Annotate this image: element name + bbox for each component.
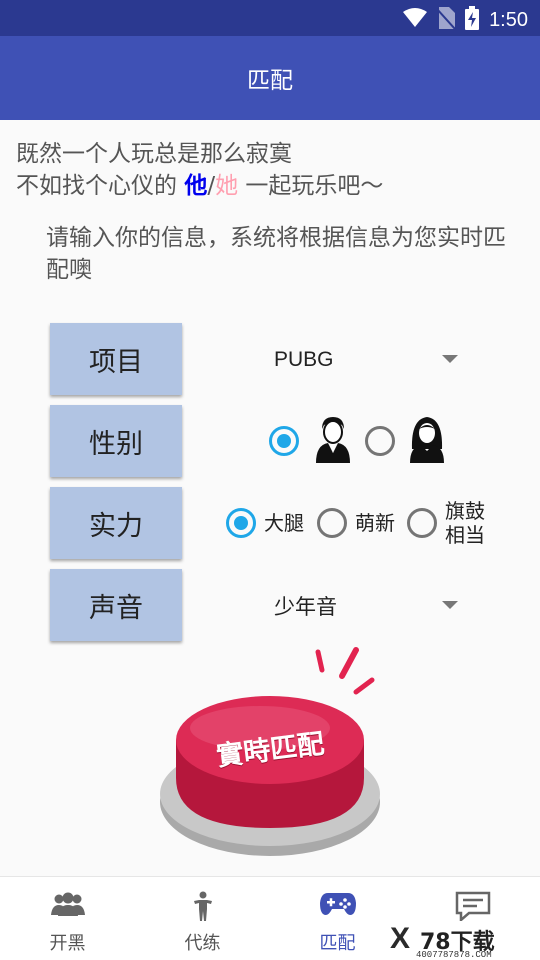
gender-male-radio[interactable] <box>269 426 299 456</box>
nav-label-match: 匹配 <box>319 933 356 954</box>
page-title: 匹配 <box>247 68 293 94</box>
nav-label-boost: 代练 <box>184 933 221 954</box>
watermark-logo: X 78下载 4007787878.COM <box>386 922 540 960</box>
nav-item-group[interactable]: 开黑 <box>0 877 135 960</box>
app-bar: 匹配 <box>0 36 540 120</box>
intro-text: 既然一个人玩总是那么寂寞 不如找个心仪的 他/她 一起玩乐吧～ <box>16 138 383 202</box>
match-button[interactable]: 實時匹配 <box>150 640 390 870</box>
gender-label: 性别 <box>50 405 182 477</box>
wifi-icon <box>403 8 428 32</box>
status-time: 1:50 <box>489 8 528 31</box>
group-icon <box>50 891 85 921</box>
skill-radio-newbie[interactable] <box>317 508 347 538</box>
skill-radio-carry[interactable] <box>226 508 256 538</box>
intro-line-2-prefix: 不如找个心仪的 <box>16 173 185 199</box>
battery-charging-icon <box>465 6 480 34</box>
intro-he: 他 <box>184 173 208 199</box>
intro-slash: / <box>207 173 216 199</box>
status-bar: 1:50 <box>0 0 540 36</box>
nav-item-match[interactable]: 匹配 <box>270 877 405 960</box>
intro-she: 她 <box>215 173 239 199</box>
intro-line-2: 不如找个心仪的 他/她 一起玩乐吧～ <box>16 170 383 202</box>
intro-line-2-suffix: 一起玩乐吧～ <box>238 173 384 199</box>
skill-option-equal-line2: 相当 <box>445 523 485 547</box>
skill-label: 实力 <box>50 487 182 559</box>
chevron-down-icon <box>442 601 458 609</box>
watermark-x-icon: X <box>390 922 411 955</box>
skill-option-carry: 大腿 <box>264 511 304 535</box>
skill-option-newbie: 萌新 <box>355 511 395 535</box>
watermark-url: 4007787878.COM <box>416 950 492 960</box>
person-icon <box>191 891 215 925</box>
intro-line-1: 既然一个人玩总是那么寂寞 <box>16 141 292 167</box>
gamepad-icon <box>319 891 356 921</box>
chat-icon <box>455 891 491 925</box>
nav-item-boost[interactable]: 代练 <box>135 877 270 960</box>
project-select[interactable]: PUBG <box>262 340 462 380</box>
chevron-down-icon <box>442 355 458 363</box>
female-avatar-icon <box>408 415 446 467</box>
voice-select[interactable]: 少年音 <box>262 586 462 626</box>
project-select-value: PUBG <box>274 348 334 371</box>
project-label: 项目 <box>50 323 182 395</box>
voice-select-value: 少年音 <box>274 596 337 619</box>
no-sim-icon <box>436 7 456 33</box>
skill-option-equal-line1: 旗鼓 <box>445 499 485 523</box>
nav-label-group: 开黑 <box>49 933 86 954</box>
skill-radio-equal[interactable] <box>407 508 437 538</box>
male-avatar-icon <box>314 415 352 467</box>
gender-female-radio[interactable] <box>365 426 395 456</box>
prompt-text: 请输入你的信息，系统将根据信息为您实时匹配噢 <box>46 225 506 283</box>
voice-label: 声音 <box>50 569 182 641</box>
